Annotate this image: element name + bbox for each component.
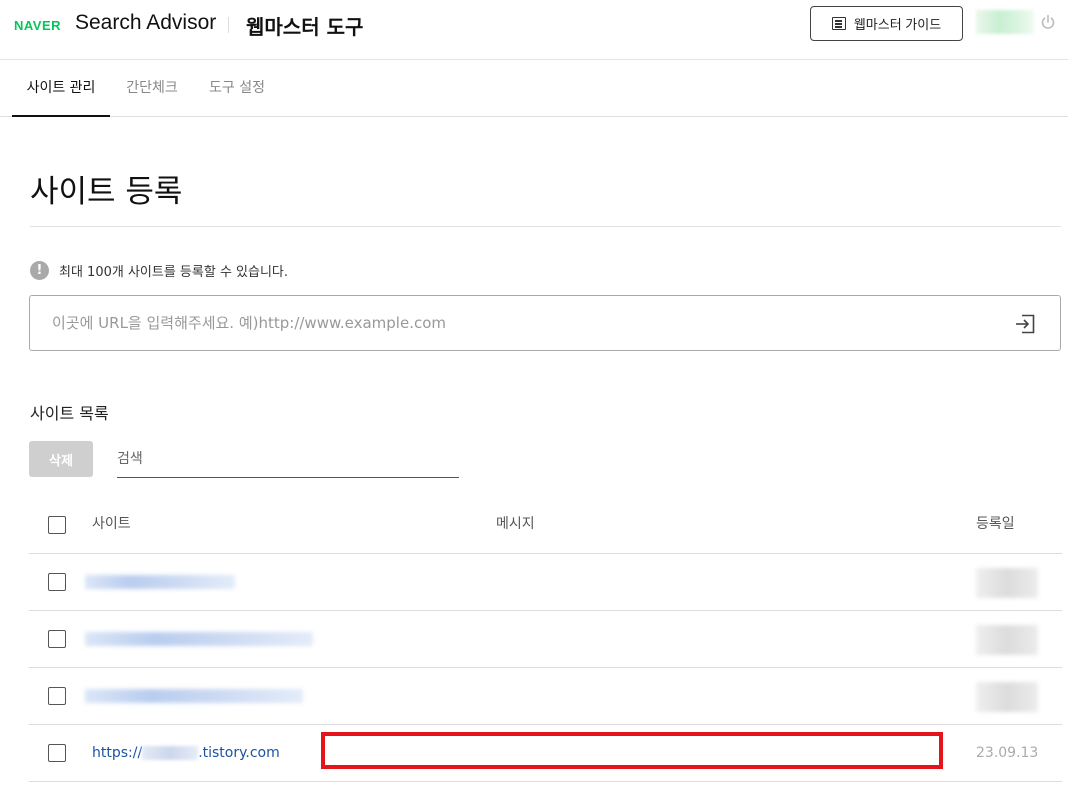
tab-quick-check[interactable]: 간단체크 bbox=[119, 60, 185, 116]
tab-site-management[interactable]: 사이트 관리 bbox=[12, 60, 110, 117]
webmaster-tool-title[interactable]: 웹마스터 도구 bbox=[246, 11, 363, 40]
row-date: 23.09.13 bbox=[976, 745, 1039, 761]
date-redacted bbox=[976, 568, 1038, 598]
site-url-redacted[interactable] bbox=[85, 632, 313, 646]
top-header: NAVER Search Advisor 웹마스터 도구 웹마스터 가이드 bbox=[0, 0, 1068, 60]
column-date: 등록일 bbox=[976, 516, 1015, 532]
table-row[interactable] bbox=[29, 611, 1062, 668]
column-site: 사이트 bbox=[92, 516, 131, 532]
site-search-field bbox=[117, 441, 459, 478]
site-url-redacted[interactable] bbox=[85, 689, 303, 703]
document-list-icon bbox=[831, 17, 846, 30]
info-icon: ! bbox=[30, 261, 49, 280]
site-url-link[interactable]: https:// .tistory.com bbox=[92, 725, 280, 781]
tab-tool-settings[interactable]: 도구 설정 bbox=[201, 60, 273, 116]
column-message: 메시지 bbox=[496, 516, 535, 532]
table-row[interactable] bbox=[29, 668, 1062, 725]
row-checkbox[interactable] bbox=[48, 687, 66, 705]
site-search-input[interactable] bbox=[117, 441, 457, 477]
nav-tabs: 사이트 관리 간단체크 도구 설정 bbox=[0, 60, 1068, 117]
delete-button[interactable]: 삭제 bbox=[29, 441, 93, 477]
site-url-prefix: https:// bbox=[92, 745, 143, 761]
table-row[interactable] bbox=[29, 554, 1062, 611]
site-table: 사이트 메시지 등록일 https:// .tistory.com 23.09.1… bbox=[29, 496, 1062, 782]
table-header: 사이트 메시지 등록일 bbox=[29, 496, 1062, 554]
date-redacted bbox=[976, 682, 1038, 712]
site-url-suffix: .tistory.com bbox=[198, 745, 280, 761]
row-checkbox[interactable] bbox=[48, 573, 66, 591]
row-checkbox[interactable] bbox=[48, 744, 66, 762]
site-url-redacted bbox=[142, 746, 199, 760]
site-url-redacted[interactable] bbox=[85, 575, 235, 589]
url-register-box bbox=[29, 295, 1061, 351]
message-highlight-box bbox=[321, 732, 943, 769]
power-icon[interactable] bbox=[1040, 14, 1056, 30]
notice-text: 최대 100개 사이트를 등록할 수 있습니다. bbox=[59, 265, 289, 280]
user-id-redacted[interactable] bbox=[976, 10, 1034, 34]
naver-logo[interactable]: NAVER bbox=[14, 18, 61, 33]
search-advisor-logo[interactable]: Search Advisor bbox=[75, 11, 216, 35]
select-all-checkbox[interactable] bbox=[48, 516, 66, 534]
site-list-title: 사이트 목록 bbox=[30, 404, 109, 423]
limit-notice: ! 최대 100개 사이트를 등록할 수 있습니다. bbox=[30, 261, 288, 280]
url-input[interactable] bbox=[52, 296, 952, 350]
table-row[interactable]: https:// .tistory.com 23.09.13 bbox=[29, 725, 1062, 782]
date-redacted bbox=[976, 625, 1038, 655]
webmaster-guide-label: 웹마스터 가이드 bbox=[853, 17, 942, 32]
page-title: 사이트 등록 bbox=[30, 174, 183, 210]
webmaster-guide-button[interactable]: 웹마스터 가이드 bbox=[810, 6, 963, 41]
submit-arrow-icon[interactable] bbox=[1014, 314, 1036, 334]
title-divider bbox=[30, 226, 1061, 227]
logo-divider bbox=[228, 17, 229, 33]
row-checkbox[interactable] bbox=[48, 630, 66, 648]
